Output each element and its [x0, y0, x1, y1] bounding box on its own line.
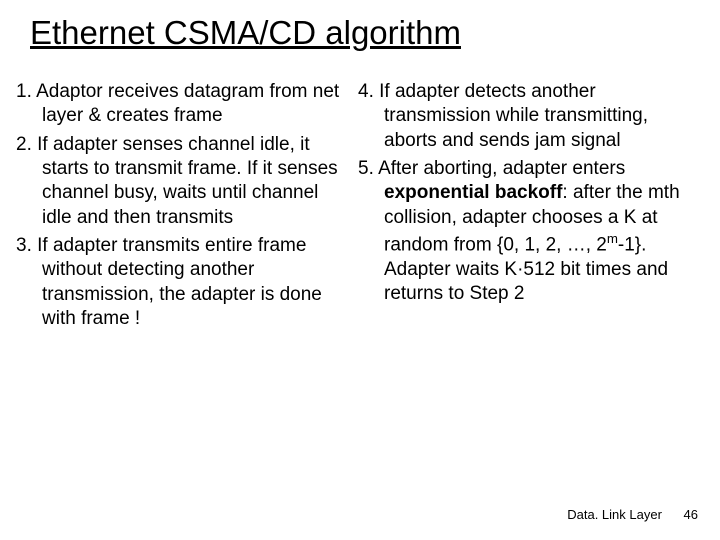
step-5: 5. After aborting, adapter enters expone…: [358, 157, 692, 306]
page-number: 46: [684, 507, 698, 522]
step-2: 2. If adapter senses channel idle, it st…: [16, 133, 350, 230]
slide-content: 1. Adaptor receives datagram from net la…: [0, 52, 720, 335]
step-4: 4. If adapter detects another transmissi…: [358, 80, 692, 153]
footer-label: Data. Link Layer: [567, 507, 662, 522]
step-1: 1. Adaptor receives datagram from net la…: [16, 80, 350, 129]
exponential-backoff-term: exponential backoff: [384, 182, 562, 203]
step-3: 3. If adapter transmits entire frame wit…: [16, 234, 350, 331]
slide-footer: Data. Link Layer 46: [567, 507, 698, 522]
right-column: 4. If adapter detects another transmissi…: [358, 80, 692, 335]
left-column: 1. Adaptor receives datagram from net la…: [16, 80, 350, 335]
slide-title: Ethernet CSMA/CD algorithm: [0, 0, 720, 52]
